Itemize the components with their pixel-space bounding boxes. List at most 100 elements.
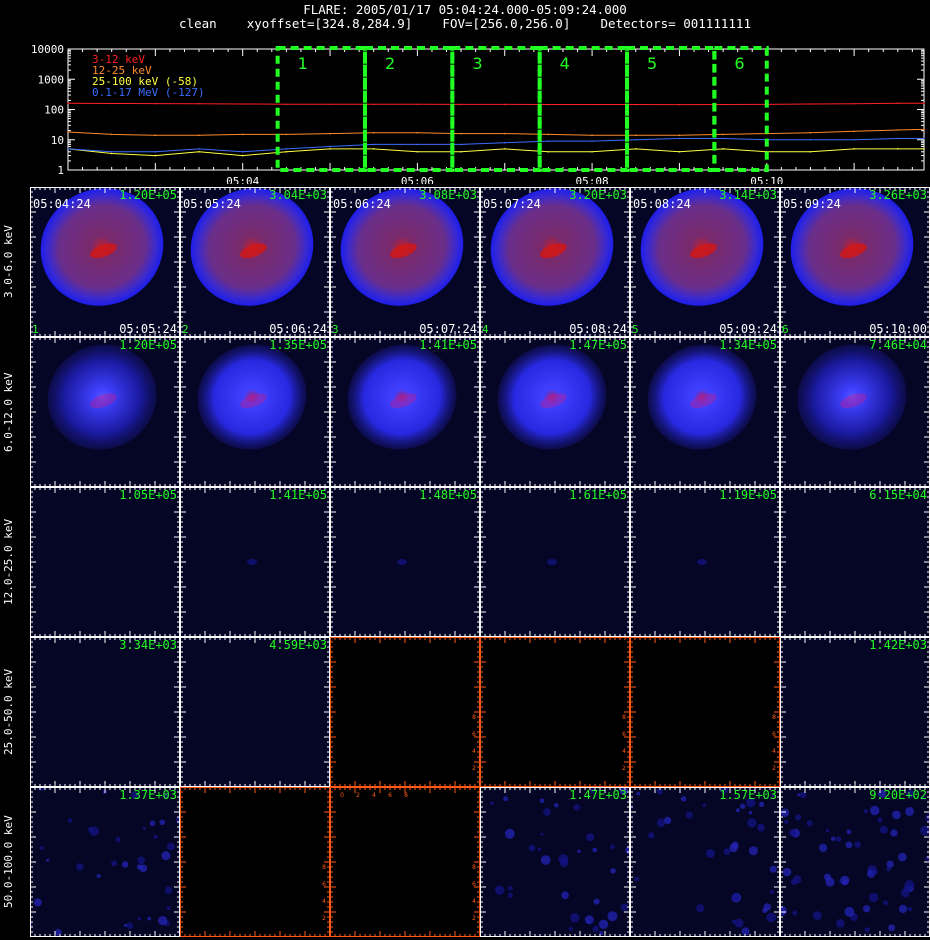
series-point [503,141,506,144]
faint-source [397,559,407,565]
empty-axis-label: 6 [388,792,392,799]
noise-blob [607,911,618,922]
interval-label: 4 [560,54,570,73]
noise-blob [76,863,84,871]
noise-blob [795,814,802,821]
panel-graphic: 2 4 6 8 [630,637,780,787]
noise-blob [905,806,915,816]
ytick-label: 1 [57,164,64,177]
image-panel: 3.08E+03 05:06:24 05:07:24 3 [330,187,480,337]
series-point [154,102,157,105]
row-label: 6.0-12.0 keV [2,372,15,452]
series-point [416,103,419,106]
panel-graphic [780,637,930,787]
noise-blob [570,913,580,923]
noise-blob [871,869,878,876]
series-line-1 [67,102,925,106]
noise-blob [592,925,599,933]
noise-blob [868,892,879,903]
xtick-label: 05:08 [576,175,609,184]
noise-blob [877,817,883,823]
noise-blob [147,916,152,921]
noise-blob [702,803,706,808]
peak-value: 1.34E+05 [719,338,777,352]
empty-axis-label: 4 [472,748,476,755]
series-point [285,148,288,150]
noise-blob [782,867,792,877]
series-point [591,134,593,137]
xtick-label: 05:10 [750,175,783,184]
panel-start-time: 05:04:24 [33,197,91,211]
noise-blob [540,855,551,865]
noise-blob [696,904,705,913]
noise-blob [539,798,545,804]
series-point [460,132,462,135]
series-point [547,103,550,106]
series-point [722,133,724,136]
panel-graphic [30,637,180,787]
noise-blob [598,919,609,930]
faint-source [247,559,257,565]
series-point [110,102,113,105]
image-panel: 9.20E+02 [780,787,930,937]
noise-blob [736,808,740,813]
noise-blob [123,923,128,927]
series-point [372,103,375,106]
interval-label: 3 [472,54,482,73]
figure-title: FLARE: 2005/01/17 05:04:24.000-05:09:24.… [303,2,627,17]
image-panel: 1.35E+05 [180,337,330,487]
peak-value: 1.41E+05 [419,338,477,352]
series-point [896,102,899,105]
peak-value: 1.37E+03 [119,788,177,802]
noise-blob [854,841,861,848]
series-point [285,103,288,105]
empty-axis-label: 4 [622,748,626,755]
noise-blob [806,820,813,827]
series-point [678,150,681,153]
image-panel: 1.34E+05 [630,337,780,487]
noise-blob [901,888,910,898]
image-panel: 7.46E+04 [780,337,930,487]
series-point [634,103,637,106]
empty-axis-label: 6 [622,731,626,738]
series-point [329,132,331,135]
series-point [547,140,550,142]
peak-value: 1.35E+05 [269,338,327,352]
panel-start-time: 05:05:24 [183,197,241,211]
xtick-label: 05:06 [401,175,434,184]
empty-axis-label: 8 [472,864,476,871]
peak-value: 1.47E+03 [569,788,627,802]
image-panel: 1.05E+05 [30,487,180,637]
noise-blob [577,849,581,854]
noise-blob [543,808,551,816]
empty-axis-label: 4 [372,792,376,799]
series-point [678,134,681,137]
interval-label: 1 [298,54,308,73]
noise-blob [593,898,600,905]
panel-graphic [630,337,780,487]
panel-frame [480,787,630,937]
image-panel: 3.26E+03 05:09:24 05:10:00 6 [780,187,930,337]
panel-start-time: 05:09:24 [783,197,841,211]
series-point [678,103,681,106]
panel-frame [330,637,480,787]
series-point [923,148,925,150]
empty-axis-label: 4 [322,898,326,905]
ytick-label: 1000 [38,73,65,86]
panel-index: 5 [632,323,639,336]
panel-graphic [780,487,930,637]
noise-blob [898,904,908,914]
noise-blob [490,801,494,806]
noise-blob [797,793,801,797]
series-point [547,150,550,153]
noise-blob [769,865,777,873]
panel-graphic [180,637,330,787]
empty-axis-label: 8 [322,864,326,871]
panel-frame [630,637,780,787]
image-panel: 2 4 6 8 [330,637,480,787]
panel-graphic [30,787,180,937]
peak-value: 1.20E+05 [119,188,177,202]
noise-blob [845,841,853,849]
panel-frame [30,637,180,787]
image-panel: 3.14E+03 05:08:24 05:09:24 5 [630,187,780,337]
